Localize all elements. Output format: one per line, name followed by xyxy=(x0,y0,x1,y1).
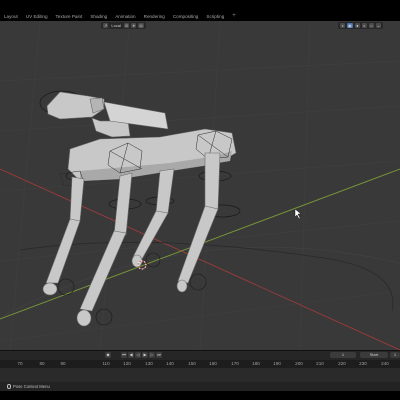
frame-label: 220 xyxy=(338,361,346,366)
next-keyframe-icon[interactable]: ▷ xyxy=(149,352,155,358)
chevron-down-icon[interactable]: ⌄ xyxy=(375,23,382,28)
rear-right-foot-control[interactable] xyxy=(189,273,207,291)
overlay-icon[interactable]: ◑ xyxy=(340,23,345,28)
viewport-scene[interactable] xyxy=(0,21,400,350)
transform-orientation-dropdown[interactable]: Local xyxy=(110,23,122,28)
frame-label: 230 xyxy=(359,361,367,366)
current-frame-field[interactable]: 1 xyxy=(330,352,356,358)
status-strip xyxy=(0,391,400,400)
frame-label: 90 xyxy=(60,361,66,366)
frame-label: 140 xyxy=(166,361,174,366)
rig-rotation-circle xyxy=(19,241,394,312)
workspace-tab-animation[interactable]: Animation xyxy=(111,12,139,21)
front-left-foot[interactable] xyxy=(42,282,58,296)
proportional-edit-icon[interactable]: ◎ xyxy=(138,23,144,28)
playback-controls: ⏮ ◀ ◁ ▶ ▷ ⏭ xyxy=(121,352,162,358)
viewport-shading-group: ◑ ▣ ● ◐ ○ ⌄ xyxy=(338,22,384,29)
workspace-tab-uv-editing[interactable]: UV Editing xyxy=(22,12,52,21)
frame-ruler[interactable]: 70 80 90 110 120 130 140 150 160 170 180 190 200 210 2… xyxy=(0,360,400,368)
transform-orientation-icon[interactable]: ↗ xyxy=(103,23,109,28)
rear-right-upper-leg[interactable] xyxy=(204,152,221,210)
prev-keyframe-icon[interactable]: ◀ xyxy=(128,352,134,358)
rear-left-upper-leg[interactable] xyxy=(155,168,175,214)
add-workspace-button[interactable]: + xyxy=(228,12,240,21)
xray-icon[interactable]: ▣ xyxy=(347,23,353,28)
rear-right-lower-leg[interactable] xyxy=(177,205,219,284)
frame-label: 240 xyxy=(381,361,389,366)
front-right-foot-control[interactable] xyxy=(95,308,113,326)
mouse-pointer-icon xyxy=(294,208,302,220)
front-left-upper-leg[interactable] xyxy=(69,176,85,222)
timeline-controls: ◆ ⏮ ◀ ◁ ▶ ▷ ⏭ 1 Start 1 xyxy=(0,351,400,360)
play-icon[interactable]: ▶ xyxy=(142,352,148,358)
shading-material-icon[interactable]: ◐ xyxy=(361,23,367,28)
frame-label: 190 xyxy=(273,361,281,366)
frame-label: 160 xyxy=(209,361,217,366)
frame-label: 180 xyxy=(252,361,260,366)
workspace-tab-shading[interactable]: Shading xyxy=(86,12,111,21)
mouse-right-click-icon xyxy=(7,384,11,389)
status-hint-text: Pose Context Menu xyxy=(13,384,50,389)
frame-label: 120 xyxy=(123,361,131,366)
play-reverse-icon[interactable]: ◁ xyxy=(135,352,141,358)
viewport-grid xyxy=(0,21,400,350)
frame-label: 200 xyxy=(295,361,303,366)
rear-right-foot[interactable] xyxy=(176,279,188,293)
frame-label: 170 xyxy=(231,361,239,366)
status-bar: Pose Context Menu xyxy=(0,382,400,400)
frame-label: 70 xyxy=(17,361,23,366)
workspace-tab-compositing[interactable]: Compositing xyxy=(169,12,203,21)
3d-viewport[interactable]: ↗ Local ⊙ ⌖ ◎ ◑ ▣ ● ◐ ○ ⌄ xyxy=(0,21,400,350)
front-left-lower-leg[interactable] xyxy=(45,218,81,284)
jump-end-icon[interactable]: ⏭ xyxy=(156,352,162,358)
workspace-tab-texture-paint[interactable]: Texture Paint xyxy=(52,12,87,21)
workspace-tabs: Layout UV Editing Texture Paint Shading Anim… xyxy=(0,12,240,21)
frame-label: 80 xyxy=(39,361,45,366)
rear-left-lower-leg[interactable] xyxy=(132,210,169,260)
shading-rendered-icon[interactable]: ○ xyxy=(368,23,374,28)
end-frame-field[interactable]: 1 xyxy=(390,352,400,358)
workspace-tab-rendering[interactable]: Rendering xyxy=(140,12,169,21)
snap-icon[interactable]: ⌖ xyxy=(131,23,137,28)
frame-label: 150 xyxy=(188,361,196,366)
shading-solid-icon[interactable]: ● xyxy=(354,23,360,28)
keyframe-marker-icon[interactable]: ◆ xyxy=(105,352,111,358)
frame-label: 130 xyxy=(145,361,153,366)
workspace-tab-layout[interactable]: Layout xyxy=(0,12,22,21)
transform-orientation-group: ↗ Local ⊙ ⌖ ◎ xyxy=(101,22,146,29)
viewport-header: ↗ Local ⊙ ⌖ ◎ ◑ ▣ ● ◐ ○ ⌄ xyxy=(0,21,400,30)
robot-model[interactable] xyxy=(39,90,241,327)
status-hint: Pose Context Menu xyxy=(7,384,50,389)
jump-start-icon[interactable]: ⏮ xyxy=(121,352,127,358)
timeline-editor[interactable]: ◆ ⏮ ◀ ◁ ▶ ▷ ⏭ 1 Start 1 70 80 90 110 120 130 1… xyxy=(0,350,400,383)
transform-pivot-icon[interactable]: ⊙ xyxy=(123,23,130,28)
top-bar: Layout UV Editing Texture Paint Shading Anim… xyxy=(0,0,400,21)
workspace-tab-scripting[interactable]: Scripting xyxy=(202,12,228,21)
frame-label: 110 xyxy=(102,361,110,366)
frame-label: 210 xyxy=(316,361,324,366)
timeline-track[interactable] xyxy=(0,368,400,383)
start-frame-field[interactable]: Start xyxy=(360,352,388,358)
front-right-foot[interactable] xyxy=(76,309,92,327)
